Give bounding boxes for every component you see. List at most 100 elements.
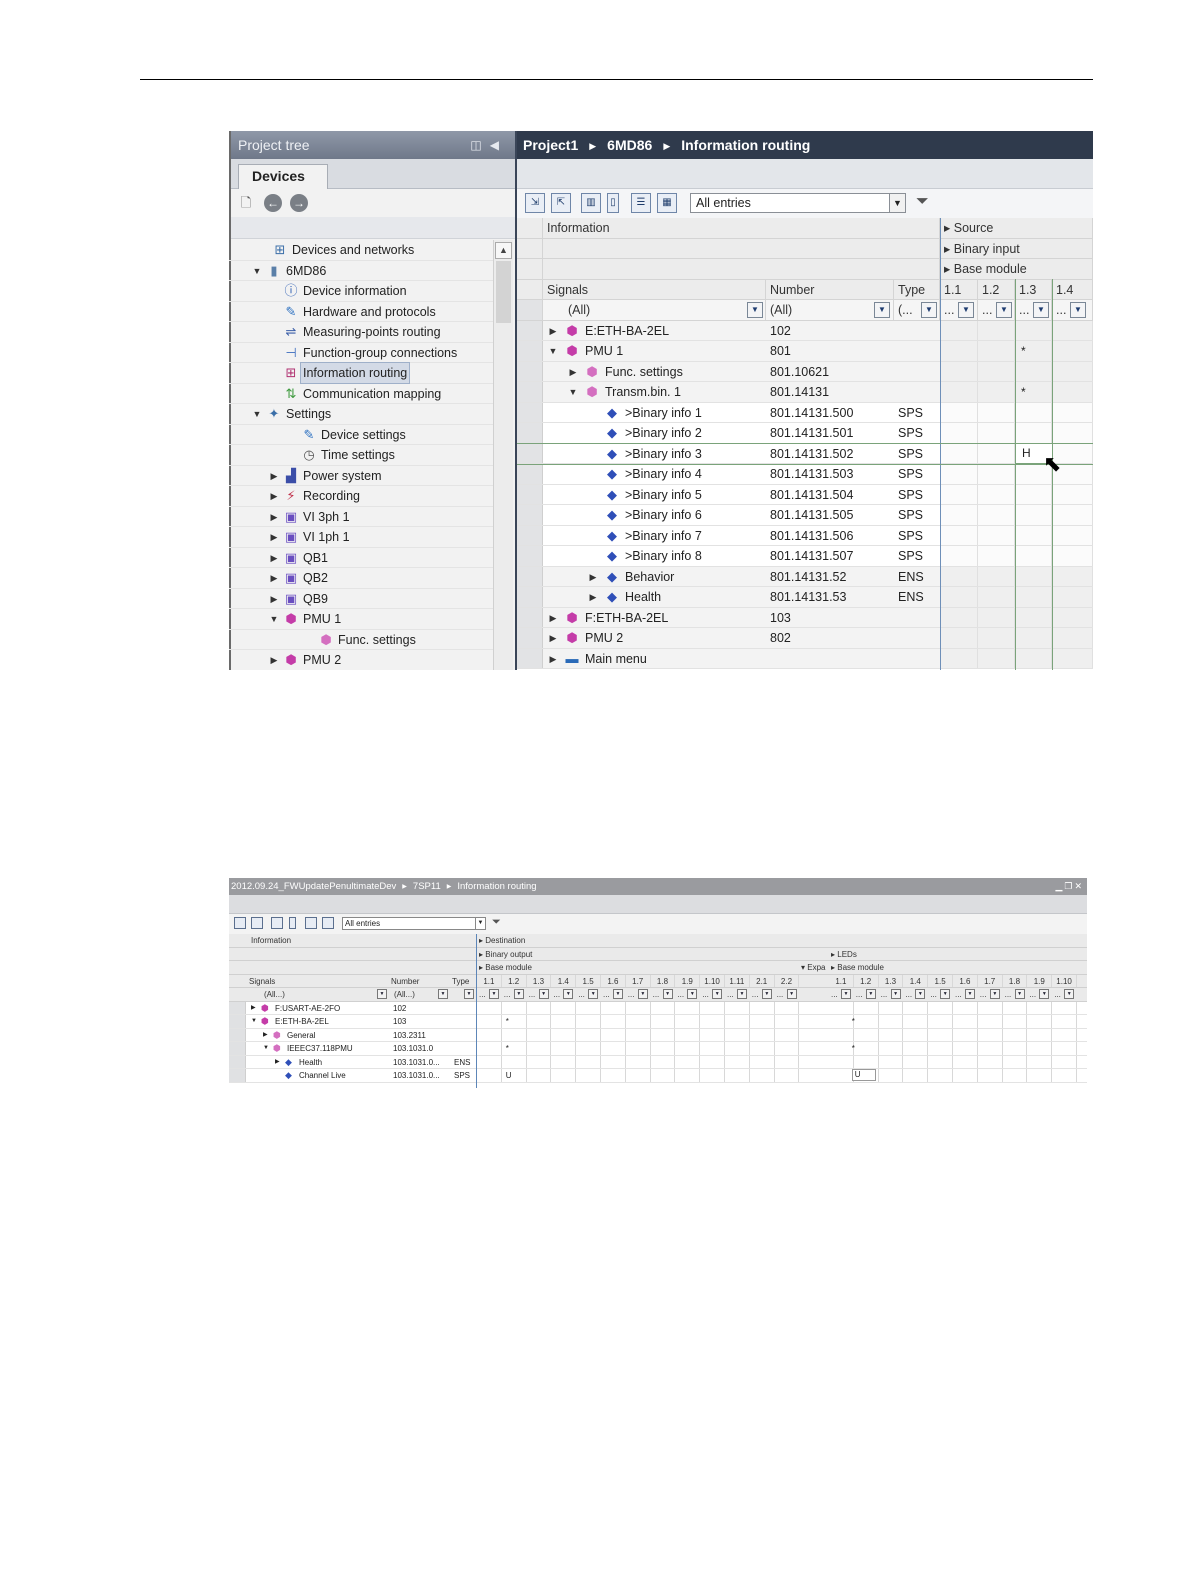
header-col-a[interactable]: 1.1 (477, 974, 502, 987)
routing-cell[interactable] (527, 1001, 552, 1014)
filter-type[interactable]: (... ▼ (894, 300, 940, 320)
routing-cell-1-2[interactable] (978, 361, 1015, 381)
routing-cell[interactable] (1052, 1015, 1077, 1028)
breadcrumb-project-2[interactable]: 2012.09.24_FWUpdatePenultimateDev (231, 881, 396, 892)
routing-cell[interactable] (903, 1001, 929, 1014)
header-binary-output[interactable]: ▸ Binary output (479, 948, 532, 961)
routing-cell[interactable] (953, 1015, 978, 1028)
chevron-right-icon[interactable]: ▶ (275, 1056, 280, 1069)
routing-cell-1-3[interactable] (1015, 402, 1052, 422)
header-signals-2[interactable]: Signals (249, 975, 275, 988)
routing-cell-1-3[interactable] (1015, 628, 1052, 648)
routing-cell[interactable] (700, 1069, 725, 1082)
header-col-a[interactable]: 1.10 (700, 974, 725, 987)
chevron-down-icon[interactable]: ▼ (889, 194, 905, 212)
chevron-down-icon[interactable]: ▼ (489, 989, 499, 999)
breadcrumb-project[interactable]: Project1 (523, 137, 578, 153)
header-base-module-2[interactable]: ▸ Base module (479, 961, 532, 974)
header-type-2[interactable]: Type (452, 975, 469, 988)
routing-cell[interactable] (601, 1028, 626, 1041)
tree-item-power-system[interactable]: ▶ ▟ Power system (229, 466, 493, 486)
chevron-down-icon[interactable]: ▼ (915, 989, 926, 999)
routing-cell[interactable] (626, 1042, 651, 1055)
routing-cell[interactable] (527, 1028, 552, 1041)
row-selector[interactable] (229, 1042, 246, 1055)
chevron-right-icon[interactable]: ▶ (548, 321, 558, 341)
header-col-a[interactable]: 2.1 (750, 974, 775, 987)
header-col-b[interactable]: 1.6 (953, 974, 978, 987)
routing-cell[interactable] (775, 1015, 800, 1028)
routing-cell-1-1[interactable] (940, 443, 978, 463)
filter-col-1-2[interactable]: ... ▼ (978, 300, 1015, 320)
routing-cell[interactable] (775, 1028, 800, 1041)
routing-cell[interactable] (1027, 1069, 1053, 1082)
chevron-down-icon[interactable]: ▼ (263, 1042, 269, 1055)
routing-cell[interactable] (903, 1042, 929, 1055)
tree-item-device-information[interactable]: ⓘ Device information (229, 281, 493, 302)
breadcrumb-page[interactable]: Information routing (681, 137, 810, 153)
routing-cell[interactable] (879, 1028, 904, 1041)
scroll-thumb[interactable] (496, 261, 511, 323)
header-col-b[interactable]: 1.2 (854, 974, 879, 987)
routing-cell[interactable] (879, 1042, 904, 1055)
row-selector[interactable] (229, 1001, 246, 1014)
routing-cell[interactable] (601, 1015, 626, 1028)
table-row[interactable]: ▶ ⬢ General 103.2311 (229, 1028, 1087, 1042)
routing-cell[interactable] (725, 1069, 750, 1082)
table-row[interactable]: ▼ ⬢ PMU 1 801 * (517, 341, 1093, 362)
chevron-right-icon[interactable]: ▶ (269, 466, 279, 486)
header-col-b[interactable]: 1.9 (1027, 974, 1053, 987)
chevron-down-icon[interactable]: ▼ (940, 989, 951, 999)
breadcrumb-device[interactable]: 6MD86 (607, 137, 652, 153)
table-row[interactable]: ◆ >Binary info 4 801.14131.503 SPS (517, 464, 1093, 485)
routing-cell[interactable] (551, 1055, 577, 1068)
routing-cell[interactable] (879, 1015, 904, 1028)
routing-cell[interactable] (829, 1015, 854, 1028)
scroll-up-icon[interactable]: ▲ (495, 242, 512, 259)
table-row[interactable]: ▶ ⬢ PMU 2 802 (517, 628, 1093, 649)
tree-item-function-group-connections[interactable]: ⊣ Function-group connections (229, 343, 493, 363)
routing-cell-1-3[interactable] (1015, 320, 1052, 340)
row-selector[interactable] (517, 382, 543, 402)
routing-cell[interactable] (675, 1042, 701, 1055)
routing-cell[interactable] (551, 1001, 577, 1014)
routing-cell[interactable] (978, 1042, 1003, 1055)
column-view-icon[interactable]: ▥ (581, 193, 601, 213)
routing-cell[interactable] (477, 1028, 502, 1041)
routing-cell[interactable] (903, 1055, 929, 1068)
header-col-b[interactable]: 1.8 (1003, 974, 1028, 987)
row-selector[interactable] (229, 1069, 246, 1082)
routing-cell[interactable] (576, 1028, 601, 1041)
routing-cell[interactable] (829, 1028, 854, 1041)
table-row[interactable]: ◆ >Binary info 5 801.14131.504 SPS (517, 484, 1093, 505)
tree-item-devices-and-networks[interactable]: ⊞ Devices and networks (229, 240, 493, 261)
routing-cell-1-3[interactable] (1015, 484, 1052, 504)
routing-cell-1-2[interactable] (978, 423, 1015, 443)
routing-cell-1-1[interactable] (940, 525, 978, 545)
routing-cell[interactable] (601, 1001, 626, 1014)
collapse-all-icon[interactable]: ⇱ (551, 193, 571, 213)
routing-cell-1-4[interactable] (1052, 361, 1093, 381)
filter-number[interactable]: (All) ▼ (766, 300, 894, 320)
tree-item-time-settings[interactable]: ◷ Time settings (229, 445, 493, 466)
tree-item-vi-3ph-1[interactable]: ▶ ▣ VI 3ph 1 (229, 507, 493, 527)
routing-cell[interactable] (854, 1028, 879, 1041)
header-col-b[interactable]: 1.5 (928, 974, 953, 987)
chevron-down-icon[interactable]: ▼ (513, 989, 524, 999)
routing-cell[interactable] (854, 1015, 879, 1028)
routing-cell-1-1[interactable] (940, 361, 978, 381)
routing-cell-1-2[interactable] (978, 464, 1015, 484)
routing-cell[interactable] (854, 1055, 879, 1068)
chevron-right-icon[interactable]: ▶ (548, 608, 558, 628)
filter-col-1-4[interactable]: ... ▼ (1052, 300, 1093, 320)
routing-cell[interactable] (953, 1069, 978, 1082)
list-view-icon[interactable]: ☰ (631, 193, 651, 213)
header-base-module-leds[interactable]: ▸ Base module (831, 961, 884, 974)
routing-cell[interactable] (750, 1015, 775, 1028)
routing-cell-1-2[interactable] (978, 607, 1015, 627)
table-row[interactable]: ▶ ◆ Health 103.1031.0... ENS (229, 1055, 1087, 1069)
routing-cell-1-1[interactable] (940, 341, 978, 361)
table-row[interactable]: ◆ >Binary info 8 801.14131.507 SPS (517, 546, 1093, 567)
chevron-down-icon[interactable]: ▼ (251, 1015, 257, 1028)
panel-split-icon[interactable]: ◫ (470, 138, 489, 152)
